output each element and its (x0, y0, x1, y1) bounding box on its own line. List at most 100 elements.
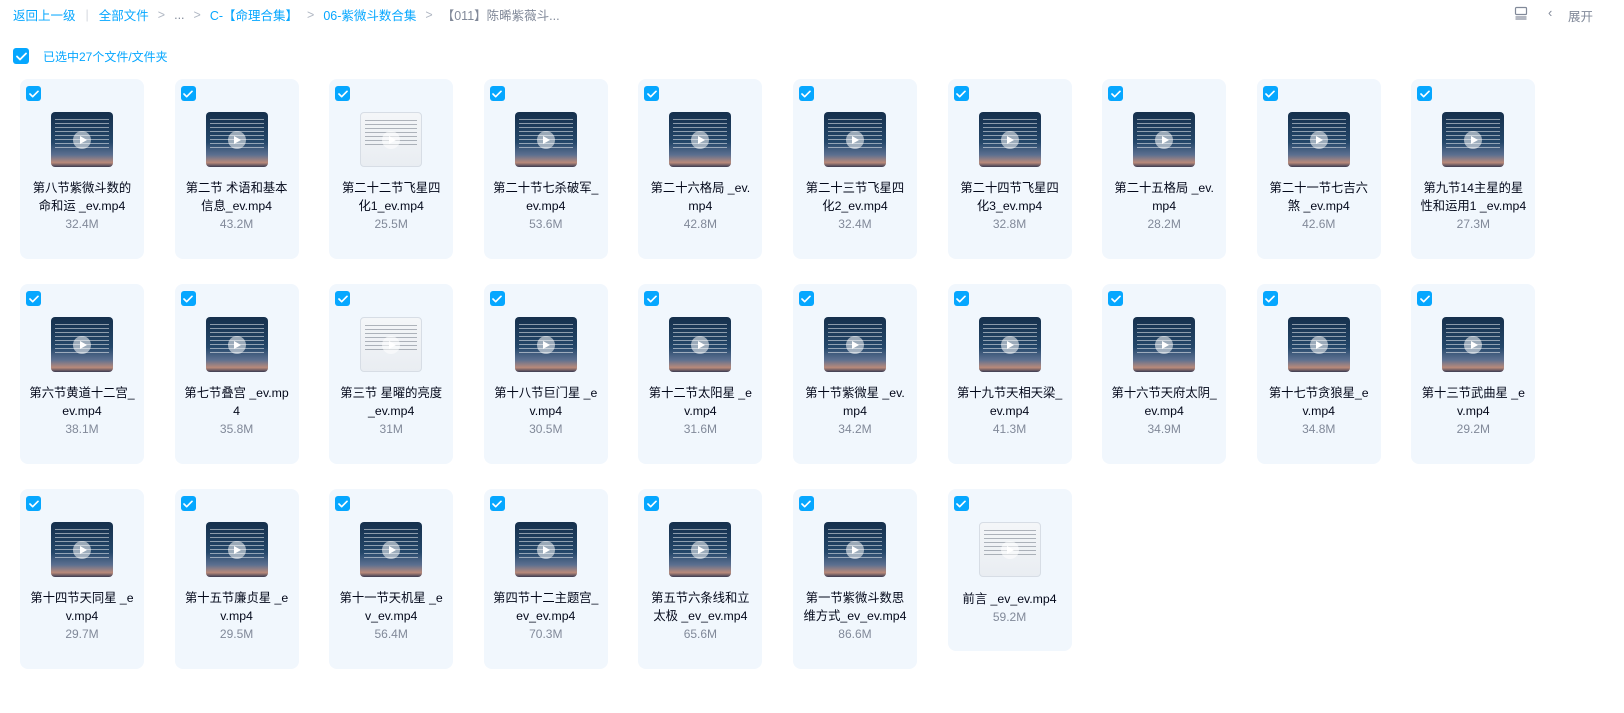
video-thumbnail[interactable] (360, 317, 423, 372)
check-icon (1419, 89, 1430, 98)
file-size: 43.2M (219, 217, 254, 231)
check-icon (1110, 294, 1121, 303)
file-card[interactable]: 第二十六格局 _ev.mp4 42.8M (638, 79, 763, 259)
file-card[interactable]: 第六节黄道十二宫_ev.mp4 38.1M (20, 284, 144, 464)
file-checkbox[interactable] (1262, 291, 1278, 306)
check-icon (956, 89, 966, 98)
file-checkbox[interactable] (1417, 86, 1433, 101)
video-thumbnail[interactable] (978, 317, 1041, 372)
video-thumbnail[interactable] (51, 317, 113, 372)
file-card[interactable]: 第二十二节飞星四化1_ev.mp4 25.5M (329, 79, 454, 259)
video-thumbnail[interactable] (360, 112, 423, 167)
file-checkbox[interactable] (26, 291, 41, 306)
file-checkbox[interactable] (953, 86, 969, 101)
file-checkbox[interactable] (26, 496, 41, 511)
video-thumbnail[interactable] (823, 317, 886, 372)
file-checkbox[interactable] (798, 86, 814, 101)
file-checkbox[interactable] (644, 496, 660, 511)
file-card[interactable]: 第十四节天同星 _ev.mp4 29.7M (20, 489, 144, 669)
file-checkbox[interactable] (1108, 86, 1124, 101)
video-thumbnail[interactable] (51, 522, 113, 577)
back-link[interactable]: 返回上一级 (13, 5, 76, 24)
file-checkbox[interactable] (489, 291, 505, 306)
video-thumbnail[interactable] (669, 112, 732, 167)
file-card[interactable]: 第二十一节七吉六煞 _ev.mp4 42.6M (1256, 79, 1381, 259)
file-card[interactable]: 第十六节天府太阴_ev.mp4 34.9M (1102, 284, 1227, 464)
file-checkbox[interactable] (180, 291, 196, 306)
video-thumbnail[interactable] (360, 522, 423, 577)
breadcrumb-item-all-files[interactable]: 全部文件 (99, 5, 149, 24)
video-thumbnail[interactable] (1287, 317, 1350, 372)
file-checkbox[interactable] (798, 496, 814, 511)
video-thumbnail[interactable] (823, 522, 886, 577)
video-thumbnail[interactable] (1287, 112, 1350, 167)
file-checkbox[interactable] (1108, 291, 1124, 306)
file-checkbox[interactable] (489, 86, 505, 101)
video-thumbnail[interactable] (205, 317, 268, 372)
file-card[interactable]: 第十节紫微星 _ev.mp4 34.2M (792, 284, 917, 464)
file-checkbox[interactable] (335, 496, 351, 511)
video-thumbnail[interactable] (205, 522, 268, 577)
file-card[interactable]: 第九节14主星的星性和运用1 _ev.mp4 27.3M (1411, 79, 1536, 259)
file-name: 第十九节天相天梁_ev.mp4 (956, 386, 1063, 418)
breadcrumb-item-ellipsis[interactable]: ... (174, 8, 184, 22)
file-checkbox[interactable] (953, 496, 969, 511)
video-thumbnail[interactable] (1442, 112, 1505, 167)
file-checkbox[interactable] (953, 291, 969, 306)
file-card[interactable]: 第十八节巨门星 _ev.mp4 30.5M (483, 284, 608, 464)
file-checkbox[interactable] (26, 86, 41, 101)
file-card[interactable]: 第十一节天机星 _ev_ev.mp4 56.4M (329, 489, 454, 669)
breadcrumb-item-ziwei[interactable]: 06-紫微斗数合集 (323, 5, 416, 24)
layout-icon[interactable] (1514, 6, 1528, 20)
video-thumbnail[interactable] (51, 112, 113, 167)
file-card[interactable]: 第十二节太阳星 _ev.mp4 31.6M (638, 284, 763, 464)
video-thumbnail[interactable] (978, 112, 1041, 167)
file-checkbox[interactable] (180, 86, 196, 101)
file-card[interactable]: 第三节 星曜的亮度_ev.mp4 31M (329, 284, 454, 464)
video-thumbnail[interactable] (669, 522, 732, 577)
file-checkbox[interactable] (1417, 291, 1433, 306)
file-card[interactable]: 第十七节贪狼星_ev.mp4 34.8M (1256, 284, 1381, 464)
chevron-left-icon[interactable]: ‹ (1548, 5, 1552, 20)
video-thumbnail[interactable] (823, 112, 886, 167)
file-checkbox[interactable] (644, 291, 660, 306)
play-icon (1309, 130, 1328, 149)
file-card[interactable]: 第七节叠宫 _ev.mp4 35.8M (174, 284, 299, 464)
file-card[interactable]: 第十三节武曲星 _ev.mp4 29.2M (1411, 284, 1536, 464)
file-card[interactable]: 第四节十二主题宫_ev_ev.mp4 70.3M (483, 489, 608, 669)
play-icon (227, 130, 246, 149)
select-all-checkbox[interactable] (13, 48, 29, 64)
check-icon (15, 52, 27, 60)
file-checkbox[interactable] (798, 291, 814, 306)
video-thumbnail[interactable] (514, 522, 577, 577)
check-icon (801, 89, 812, 98)
top-bar: 返回上一级 | 全部文件 > ... > C-【命理合集】 > 06-紫微斗数合… (0, 0, 1624, 28)
video-thumbnail[interactable] (205, 112, 268, 167)
file-checkbox[interactable] (489, 496, 505, 511)
video-thumbnail[interactable] (1133, 317, 1196, 372)
file-checkbox[interactable] (335, 291, 351, 306)
video-thumbnail[interactable] (1133, 112, 1196, 167)
video-thumbnail[interactable] (514, 112, 577, 167)
breadcrumb-item-collection[interactable]: C-【命理合集】 (210, 5, 298, 24)
file-checkbox[interactable] (335, 86, 351, 101)
video-thumbnail[interactable] (514, 317, 577, 372)
file-card[interactable]: 第二十五格局 _ev.mp4 28.2M (1102, 79, 1227, 259)
video-thumbnail[interactable] (1442, 317, 1505, 372)
file-checkbox[interactable] (180, 496, 196, 511)
file-card[interactable]: 第二十三节飞星四化2_ev.mp4 32.4M (792, 79, 917, 259)
file-checkbox[interactable] (644, 86, 660, 101)
file-checkbox[interactable] (1262, 86, 1278, 101)
file-card[interactable]: 第二节 术语和基本信息_ev.mp4 43.2M (174, 79, 299, 259)
file-card[interactable]: 第八节紫微斗数的命和运 _ev.mp4 32.4M (20, 79, 144, 259)
file-card[interactable]: 第二十四节飞星四化3_ev.mp4 32.8M (947, 79, 1072, 259)
file-card[interactable]: 第十五节廉贞星 _ev.mp4 29.5M (174, 489, 299, 669)
file-card[interactable]: 第五节六条线和立太极 _ev_ev.mp4 65.6M (638, 489, 763, 669)
file-card[interactable]: 第一节紫微斗数思维方式_ev_ev.mp4 86.6M (792, 489, 917, 669)
file-card[interactable]: 前言 _ev_ev.mp4 59.2M (947, 489, 1072, 651)
file-card[interactable]: 第十九节天相天梁_ev.mp4 41.3M (947, 284, 1072, 464)
file-card[interactable]: 第二十节七杀破军_ev.mp4 53.6M (483, 79, 608, 259)
video-thumbnail[interactable] (669, 317, 732, 372)
expand-button[interactable]: 展开 (1568, 6, 1593, 25)
video-thumbnail[interactable] (978, 522, 1041, 577)
